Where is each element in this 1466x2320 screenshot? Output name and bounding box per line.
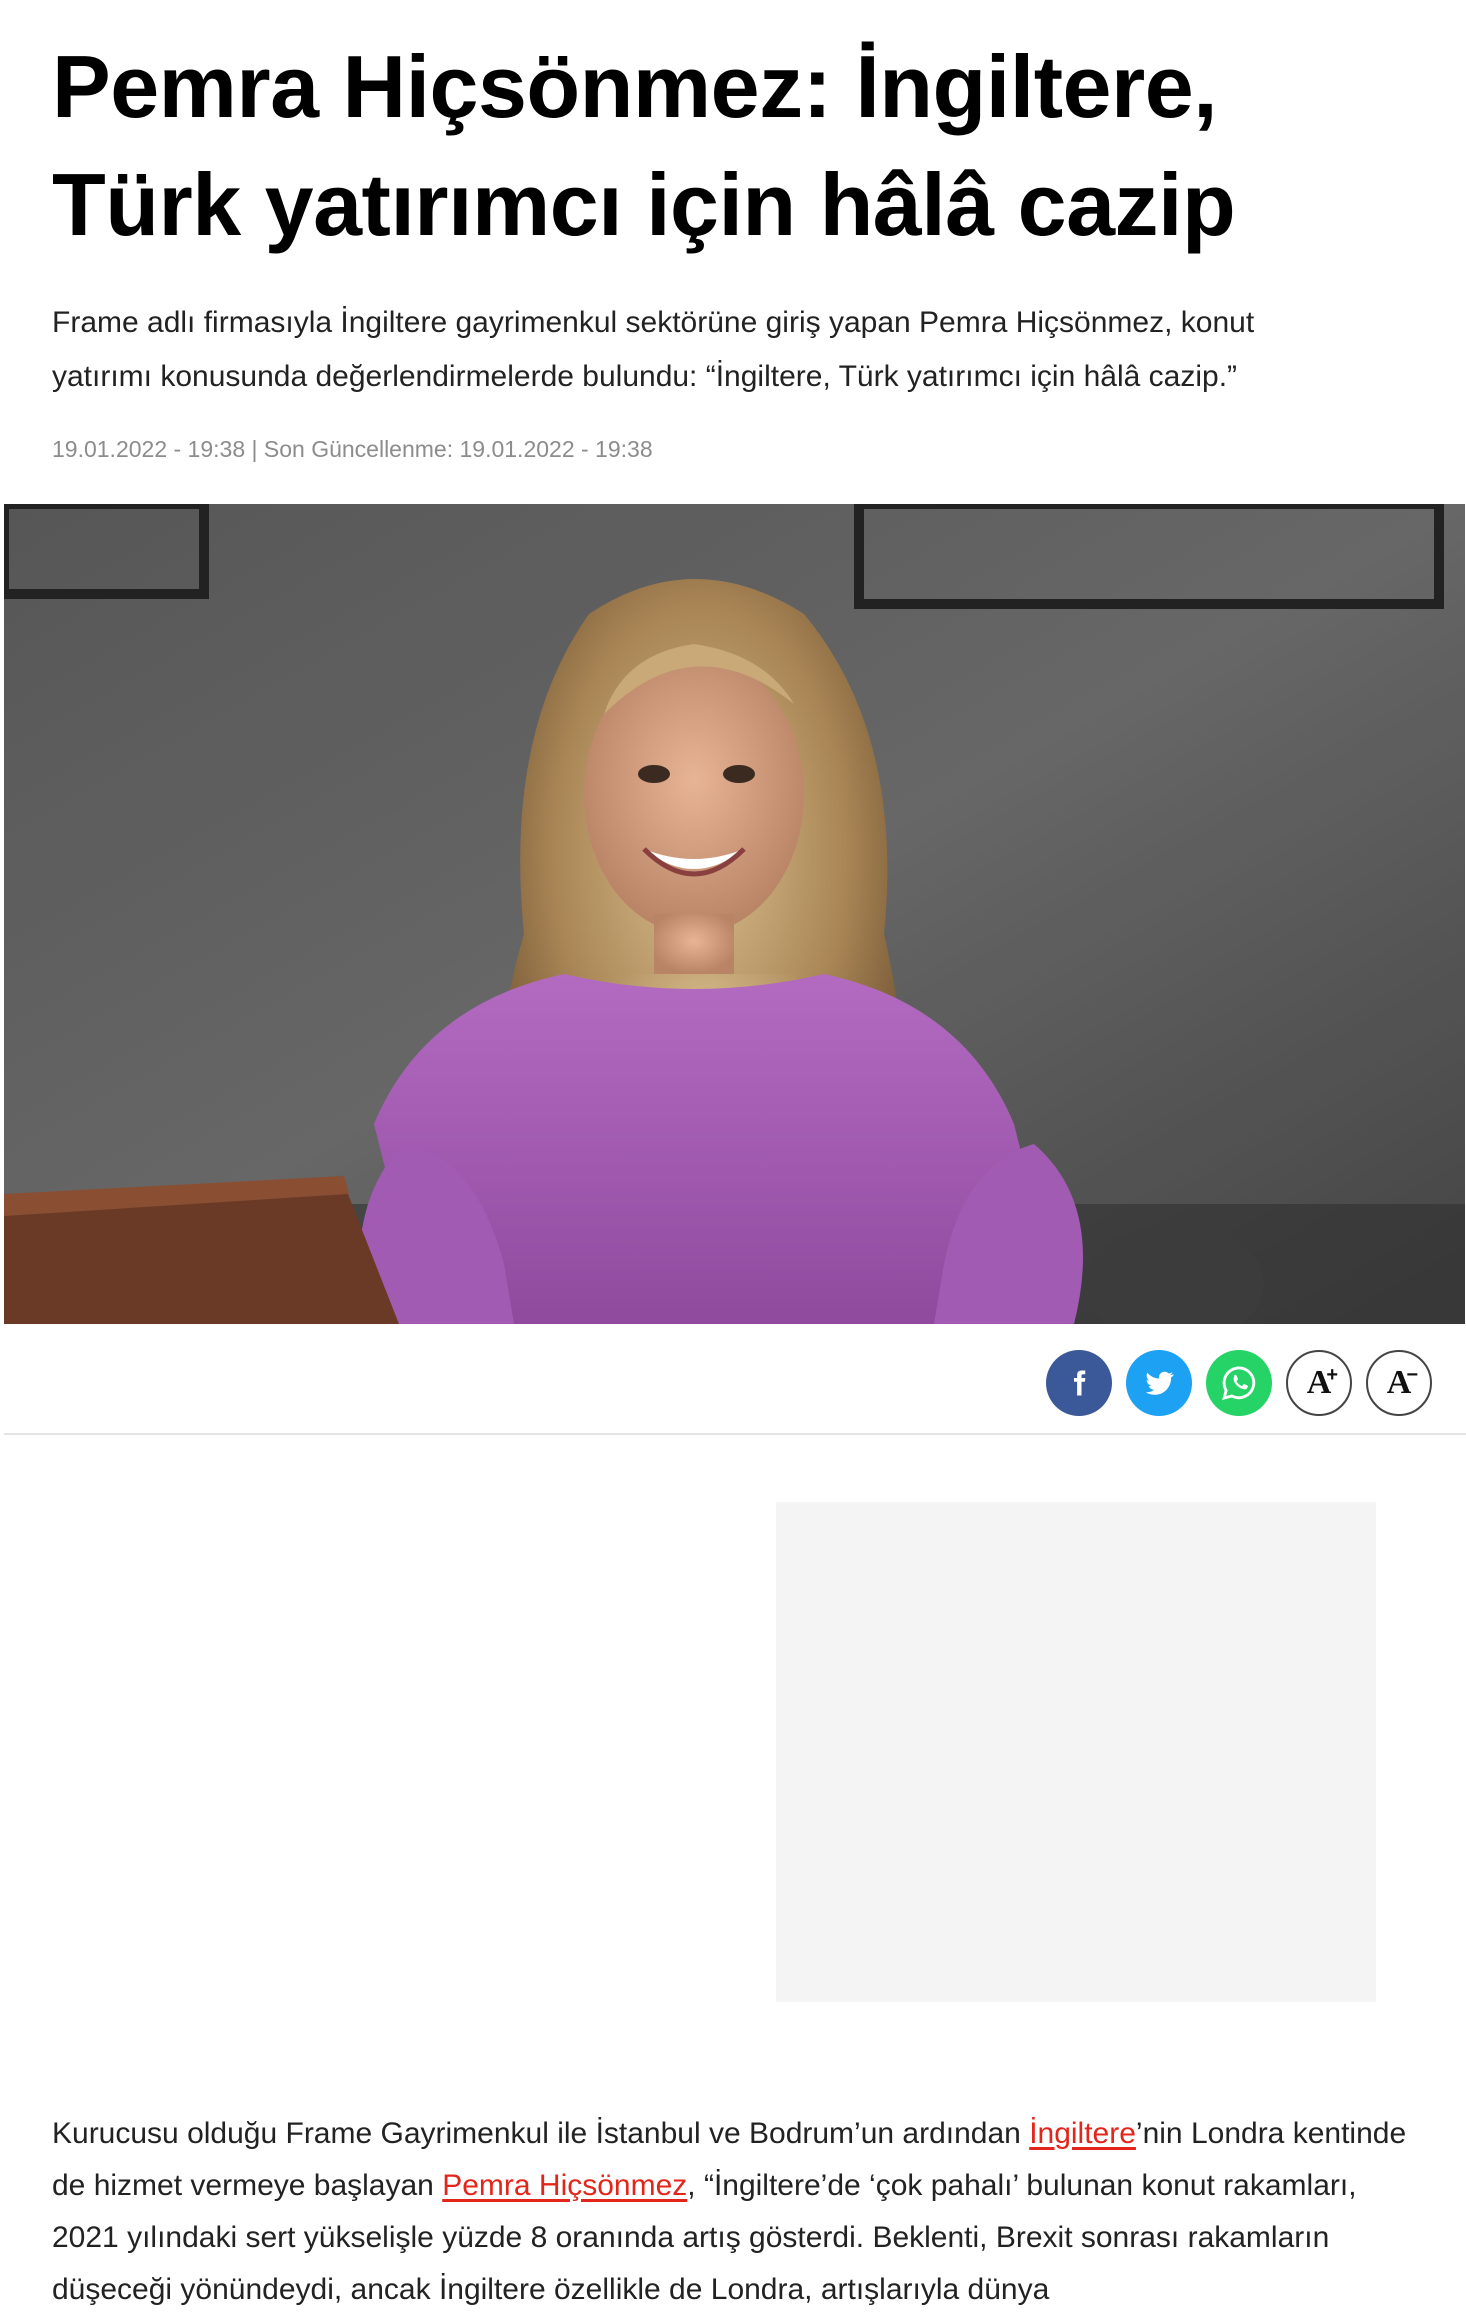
facebook-share-button[interactable]	[1046, 1350, 1112, 1416]
title-line-2: Türk yatırımcı için hâlâ cazip	[52, 155, 1236, 254]
ad-placeholder	[776, 1502, 1376, 2002]
article-body-paragraph: Kurucusu olduğu Frame Gayrimenkul ile İs…	[52, 2108, 1422, 2316]
twitter-icon	[1145, 1371, 1174, 1395]
font-increase-button[interactable]: A +	[1286, 1350, 1352, 1416]
facebook-icon	[1074, 1370, 1086, 1396]
minus-icon: −	[1406, 1364, 1418, 1386]
link-ingiltere[interactable]: İngiltere	[1029, 2117, 1136, 2150]
article-dates: 19.01.2022 - 19:38 | Son Güncellenme: 19…	[52, 436, 653, 463]
published-date: 19.01.2022 - 19:38	[52, 436, 246, 462]
font-decrease-button[interactable]: A −	[1366, 1350, 1432, 1416]
link-pemra-hicsonmez[interactable]: Pemra Hiçsönmez	[442, 2169, 687, 2202]
summary-line-2: yatırımı konusunda değerlendirmelerde bu…	[52, 360, 1238, 393]
whatsapp-share-button[interactable]	[1206, 1350, 1272, 1416]
portrait-image	[4, 504, 1465, 1324]
updated-label: Son Güncellenme:	[263, 436, 460, 462]
updated-date: 19.01.2022 - 19:38	[459, 436, 653, 462]
article-summary: Frame adlı firmasıyla İngiltere gayrimen…	[52, 296, 1392, 404]
title-line-1: Pemra Hiçsönmez: İngiltere,	[52, 37, 1218, 136]
section-divider	[4, 1433, 1466, 1435]
article-photo	[4, 504, 1465, 1324]
share-toolbar: A + A −	[1046, 1350, 1432, 1416]
summary-line-1: Frame adlı firmasıyla İngiltere gayrimen…	[52, 306, 1255, 339]
twitter-share-button[interactable]	[1126, 1350, 1192, 1416]
article-title: Pemra Hiçsönmez: İngiltere, Türk yatırım…	[52, 28, 1412, 264]
body-text-1: Kurucusu olduğu Frame Gayrimenkul ile İs…	[52, 2117, 1030, 2150]
date-separator: |	[245, 436, 264, 462]
whatsapp-icon	[1222, 1366, 1256, 1401]
plus-icon: +	[1326, 1364, 1338, 1386]
